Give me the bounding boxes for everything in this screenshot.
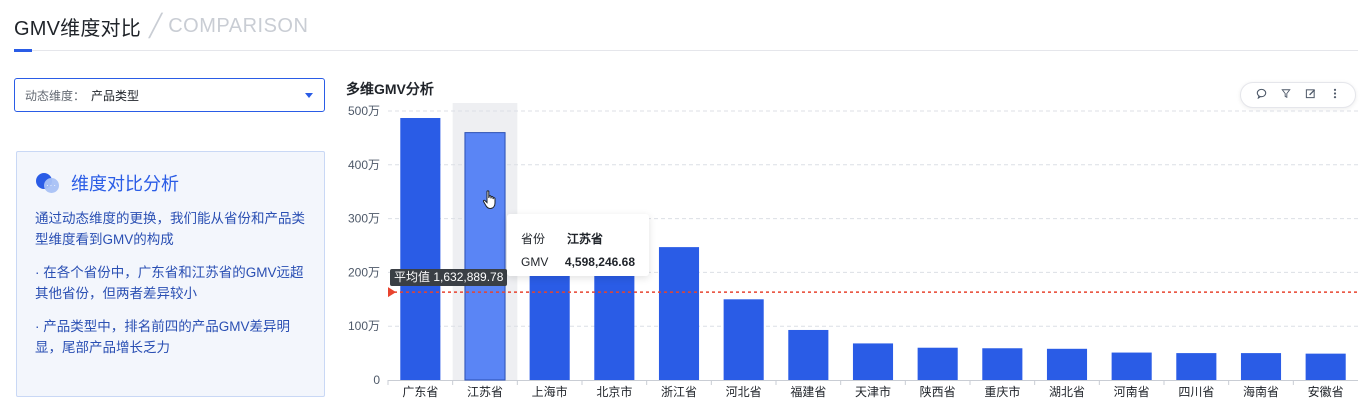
y-tick-label: 200万 xyxy=(348,265,380,279)
x-tick-label: 河南省 xyxy=(1114,384,1150,399)
bar xyxy=(1240,353,1282,380)
x-tick-label: 河北省 xyxy=(726,385,762,399)
bar-chart: 0100万200万300万400万500万广东省 江苏省 上海市 北京市 浙江省 河北省福… xyxy=(348,103,1358,399)
average-marker xyxy=(388,287,396,298)
y-tick-label: 100万 xyxy=(348,319,380,333)
pointer-hand-icon xyxy=(482,190,498,215)
bar xyxy=(464,132,506,381)
tooltip-key-province: 省份 xyxy=(521,231,546,246)
y-tick-label: 300万 xyxy=(348,212,380,226)
tooltip-row-gmv: GMV 4,598,246.68 xyxy=(521,250,635,274)
x-tick-label: 上海市 xyxy=(532,384,568,399)
bar xyxy=(788,329,829,380)
bar xyxy=(1046,348,1088,380)
x-tick-label: 江苏省 xyxy=(467,385,503,399)
bar xyxy=(723,299,764,380)
bar xyxy=(1176,353,1217,380)
x-tick-label: 天津市 xyxy=(855,384,891,399)
bar xyxy=(917,347,958,380)
chart-tooltip: 省份 江苏省 GMV 4,598,246.68 xyxy=(507,214,649,276)
bar xyxy=(658,247,700,380)
bar xyxy=(1111,352,1152,380)
x-tick-label: 浙江省 xyxy=(661,385,697,399)
average-label: 平均值 1,632,889.78 xyxy=(390,269,508,286)
x-tick-label: 湖北省 xyxy=(1049,384,1085,399)
bar xyxy=(852,343,894,380)
x-tick-label: 安徽省 xyxy=(1308,384,1344,399)
x-tick-label: 北京市 xyxy=(596,384,632,399)
y-tick-label: 500万 xyxy=(348,104,380,118)
x-tick-label: 广东省 xyxy=(402,385,438,399)
x-tick-label: 四川省 xyxy=(1178,385,1214,399)
bar xyxy=(400,117,441,380)
x-tick-label: 重庆市 xyxy=(984,384,1020,399)
tooltip-value-province: 江苏省 xyxy=(567,231,604,246)
bar xyxy=(1305,353,1346,380)
y-tick-label: 400万 xyxy=(348,158,380,172)
tooltip-value-gmv: 4,598,246.68 xyxy=(564,255,635,269)
x-tick-label: 海南省 xyxy=(1243,384,1279,399)
x-tick-label: 陕西省 xyxy=(920,384,956,399)
tooltip-row-province: 省份 江苏省 xyxy=(521,226,635,250)
tooltip-key-gmv: GMV xyxy=(521,255,549,269)
x-tick-label: 福建省 xyxy=(790,384,826,399)
bar xyxy=(982,348,1023,380)
y-tick-label: 0 xyxy=(373,373,380,387)
